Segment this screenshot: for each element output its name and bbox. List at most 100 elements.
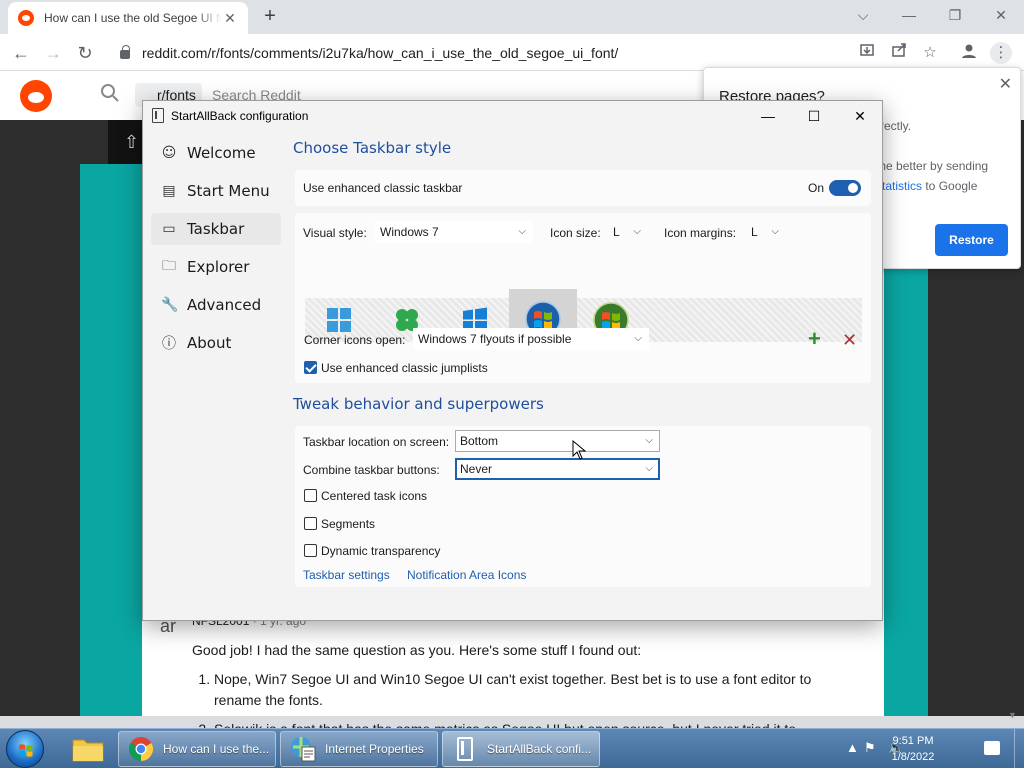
forward-button[interactable]: →	[40, 40, 66, 66]
comment-list-item: Nope, Win7 Segoe UI and Win10 Segoe UI c…	[214, 669, 832, 711]
tab-title: How can I use the old Segoe UI font	[44, 11, 222, 25]
menu-kebab-icon[interactable]: ⋮	[990, 42, 1012, 64]
clock-time: 9:51 PM	[892, 735, 934, 747]
corner-icons-label: Corner icons open:	[304, 333, 406, 347]
search-icon	[100, 83, 122, 105]
profile-avatar-icon[interactable]	[958, 42, 980, 64]
sab-maximize-button[interactable]: ☐	[791, 101, 837, 131]
combine-buttons-label: Combine taskbar buttons:	[303, 463, 440, 477]
taskbar-window-startallback[interactable]: StartAllBack confi...	[442, 731, 600, 767]
startallback-window: StartAllBack configuration — ☐ ✕ ☺ Welco…	[142, 100, 883, 621]
wrench-icon: 🔧	[161, 297, 179, 313]
sab-sidebar: ☺ Welcome ▤ Start Menu ▭ Taskbar 🗀 Explo…	[151, 137, 281, 365]
combine-buttons-dropdown[interactable]: Never ⌵	[455, 458, 660, 480]
browser-close-button[interactable]: ✕	[978, 0, 1024, 30]
remove-icon[interactable]: ✕	[842, 330, 857, 350]
add-icon[interactable]: +	[808, 328, 821, 350]
startallback-app-icon	[152, 108, 164, 123]
reddit-logo-icon[interactable]	[20, 80, 52, 112]
segments-checkbox[interactable]	[304, 517, 317, 530]
tab-strip: How can I use the old Segoe UI font ✕ + …	[0, 0, 1024, 34]
info-icon: ⓘ	[162, 336, 176, 352]
notification-area-icons-link[interactable]: Notification Area Icons	[407, 568, 526, 582]
show-hidden-icons-icon[interactable]: ▲	[846, 740, 859, 755]
clock-date: 1/8/2022	[891, 751, 935, 763]
upvote-icon[interactable]: ⇧	[124, 132, 139, 153]
centered-task-icons-label: Centered task icons	[321, 489, 428, 503]
sidebar-item-start-menu[interactable]: ▤ Start Menu	[151, 175, 281, 207]
new-tab-button[interactable]: +	[258, 4, 282, 28]
sab-window-title: StartAllBack configuration	[171, 109, 309, 123]
sab-minimize-button[interactable]: —	[745, 101, 791, 131]
corner-icons-value: Windows 7 flyouts if possible	[418, 332, 572, 346]
restore-popup-close-icon[interactable]: ✕	[999, 74, 1012, 94]
taskbar-settings-link[interactable]: Taskbar settings	[303, 568, 390, 582]
taskbar-window-internet-properties[interactable]: Internet Properties	[280, 731, 438, 767]
address-bar[interactable]: reddit.com/r/fonts/comments/i2u7ka/how_c…	[108, 38, 848, 67]
notifications-icon[interactable]	[984, 741, 1000, 755]
install-app-icon[interactable]	[856, 42, 878, 64]
sidebar-item-advanced[interactable]: 🔧 Advanced	[151, 289, 281, 321]
jumplists-label: Use enhanced classic jumplists	[321, 361, 488, 375]
url-text: reddit.com/r/fonts/comments/i2u7ka/how_c…	[142, 44, 619, 61]
taskbar-style-card: Visual style: Windows 7 ⌵ Icon size: L ⌵…	[295, 213, 871, 383]
action-center-icon[interactable]: ⚑	[864, 740, 876, 756]
toggle-state-label: On	[808, 181, 825, 195]
visual-style-dropdown[interactable]: Windows 7 ⌵	[375, 221, 533, 243]
corner-icons-dropdown[interactable]: Windows 7 flyouts if possible ⌵	[413, 328, 649, 350]
sidebar-item-taskbar[interactable]: ▭ Taskbar	[151, 213, 281, 245]
windows-flag-icon	[19, 744, 33, 757]
chevron-down-icon: ⌵	[645, 463, 653, 474]
share-icon[interactable]	[888, 42, 910, 64]
taskbar-location-dropdown[interactable]: Bottom ⌵	[455, 430, 660, 452]
jumplists-checkbox[interactable]	[304, 361, 317, 374]
icon-size-label: Icon size:	[550, 226, 601, 240]
browser-minimize-button[interactable]: —	[886, 0, 932, 30]
chevron-down-icon: ⌵	[771, 226, 779, 237]
tab-close-icon[interactable]: ✕	[222, 10, 238, 27]
icon-size-dropdown[interactable]: L ⌵	[608, 221, 648, 243]
reload-button[interactable]: ↻	[72, 40, 98, 66]
icon-margins-label: Icon margins:	[664, 226, 737, 240]
back-button[interactable]: ←	[8, 40, 34, 66]
show-desktop-button[interactable]	[1014, 729, 1024, 768]
start-button[interactable]	[6, 730, 44, 768]
taskbar-window-label: How can I use the...	[163, 742, 270, 756]
browser-restore-button[interactable]: ❐	[932, 0, 978, 30]
smile-icon: ☺	[161, 145, 177, 161]
centered-task-icons-checkbox[interactable]	[304, 489, 317, 502]
scrollbar-down-arrow[interactable]: ▼	[1008, 710, 1017, 720]
chrome-icon	[129, 737, 154, 761]
taskbar-location-label: Taskbar location on screen:	[303, 435, 450, 449]
browser-tab[interactable]: How can I use the old Segoe UI font ✕	[8, 2, 248, 34]
icon-margins-value: L	[751, 225, 758, 239]
taskbar-icon: ▭	[162, 221, 176, 237]
dynamic-transparency-label: Dynamic transparency	[321, 544, 441, 558]
sab-titlebar[interactable]: StartAllBack configuration — ☐ ✕	[143, 101, 882, 131]
sidebar-item-about[interactable]: ⓘ About	[151, 327, 281, 359]
restore-button[interactable]: Restore	[935, 224, 1008, 256]
dynamic-transparency-checkbox[interactable]	[304, 544, 317, 557]
startallback-icon	[457, 737, 473, 761]
sidebar-item-label: Taskbar	[187, 220, 245, 238]
file-explorer-icon	[72, 739, 104, 762]
sidebar-item-welcome[interactable]: ☺ Welcome	[151, 137, 281, 169]
bookmark-star-icon[interactable]: ☆	[919, 42, 941, 64]
sidebar-item-explorer[interactable]: 🗀 Explorer	[151, 251, 281, 283]
internet-properties-icon	[291, 737, 316, 762]
taskbar-window-chrome[interactable]: How can I use the...	[118, 731, 276, 767]
folder-icon: 🗀	[162, 258, 176, 274]
file-explorer-taskbar-button[interactable]	[66, 731, 110, 767]
taskbar-clock[interactable]: 9:51 PM 1/8/2022	[878, 733, 948, 765]
enhanced-taskbar-card: Use enhanced classic taskbar On	[295, 170, 871, 206]
combine-buttons-value: Never	[460, 462, 493, 476]
taskbar-window-label: Internet Properties	[325, 742, 424, 756]
icon-margins-dropdown[interactable]: L ⌵	[746, 221, 786, 243]
visual-style-label: Visual style:	[303, 226, 367, 240]
sab-close-button[interactable]: ✕	[837, 101, 883, 131]
taskbar-window-label: StartAllBack confi...	[487, 742, 592, 756]
tab-search-icon[interactable]: ⌵	[840, 0, 886, 30]
chevron-down-icon: ⌵	[645, 435, 653, 446]
enhanced-taskbar-toggle[interactable]	[829, 180, 861, 196]
section-title-taskbar-style: Choose Taskbar style	[293, 139, 452, 157]
